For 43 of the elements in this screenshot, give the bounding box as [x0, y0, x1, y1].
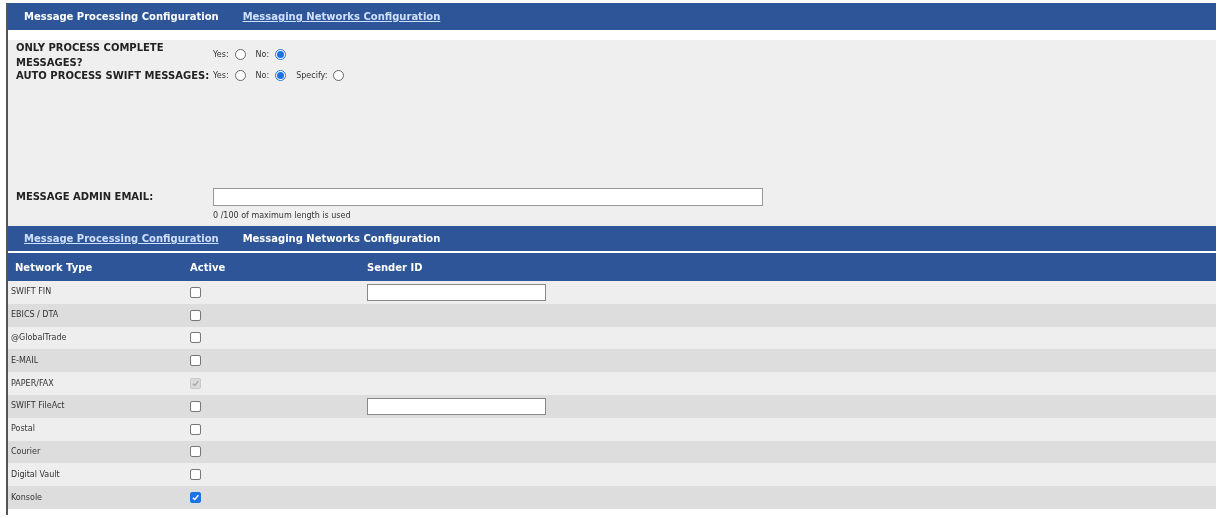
network-name: Konsole: [10, 491, 44, 504]
radio-button[interactable]: [275, 70, 287, 81]
column-header: Active: [190, 260, 227, 275]
network-name: Postal: [10, 423, 36, 436]
column-header: Sender ID: [367, 260, 424, 275]
network-name: @GlobalTrade: [10, 332, 68, 344]
tab[interactable]: Messaging Networks Configuration: [242, 9, 441, 24]
checkbox[interactable]: [190, 355, 201, 367]
radio-button[interactable]: [275, 49, 287, 60]
radio-button[interactable]: [333, 70, 345, 81]
sender-id-field[interactable]: [367, 283, 546, 301]
checkbox[interactable]: [190, 332, 201, 344]
tab[interactable]: Message Processing Configuration: [24, 9, 219, 24]
network-name: EBICS / DTA: [10, 309, 60, 322]
option-label: No:: [255, 69, 270, 82]
network-name: E-MAIL: [10, 354, 40, 367]
setting-label: ONLY PROCESS COMPLETE MESSAGES?: [16, 40, 165, 70]
network-name: Digital Vault: [10, 468, 61, 481]
sender-id-field[interactable]: [367, 397, 546, 415]
checkbox[interactable]: [190, 492, 201, 504]
email-field[interactable]: [213, 188, 763, 206]
column-header: Network Type: [14, 260, 94, 275]
setting-label: AUTO PROCESS SWIFT MESSAGES:: [16, 69, 211, 83]
radio-button[interactable]: [234, 70, 246, 81]
option-label: Yes:: [213, 69, 229, 82]
length-hint: 0 /100 of maximum length is used: [213, 210, 352, 222]
network-name: Courier: [10, 445, 42, 458]
option-label: Yes:: [213, 48, 229, 61]
checkbox[interactable]: [190, 286, 201, 298]
checkbox[interactable]: [190, 400, 201, 412]
checkbox[interactable]: [190, 423, 201, 435]
tab[interactable]: Messaging Networks Configuration: [242, 231, 441, 246]
network-name: SWIFT FIN: [10, 286, 53, 299]
tab[interactable]: Message Processing Configuration: [24, 231, 219, 246]
checkbox[interactable]: [190, 446, 201, 458]
option-label: Specify:: [296, 69, 328, 82]
field-label: MESSAGE ADMIN EMAIL:: [16, 190, 155, 204]
radio-button[interactable]: [234, 49, 246, 60]
network-name: PAPER/FAX: [10, 377, 55, 390]
checkbox[interactable]: [190, 469, 201, 481]
network-name: SWIFT FileAct: [10, 400, 66, 413]
option-label: No:: [255, 48, 270, 61]
checkbox[interactable]: [190, 309, 201, 321]
